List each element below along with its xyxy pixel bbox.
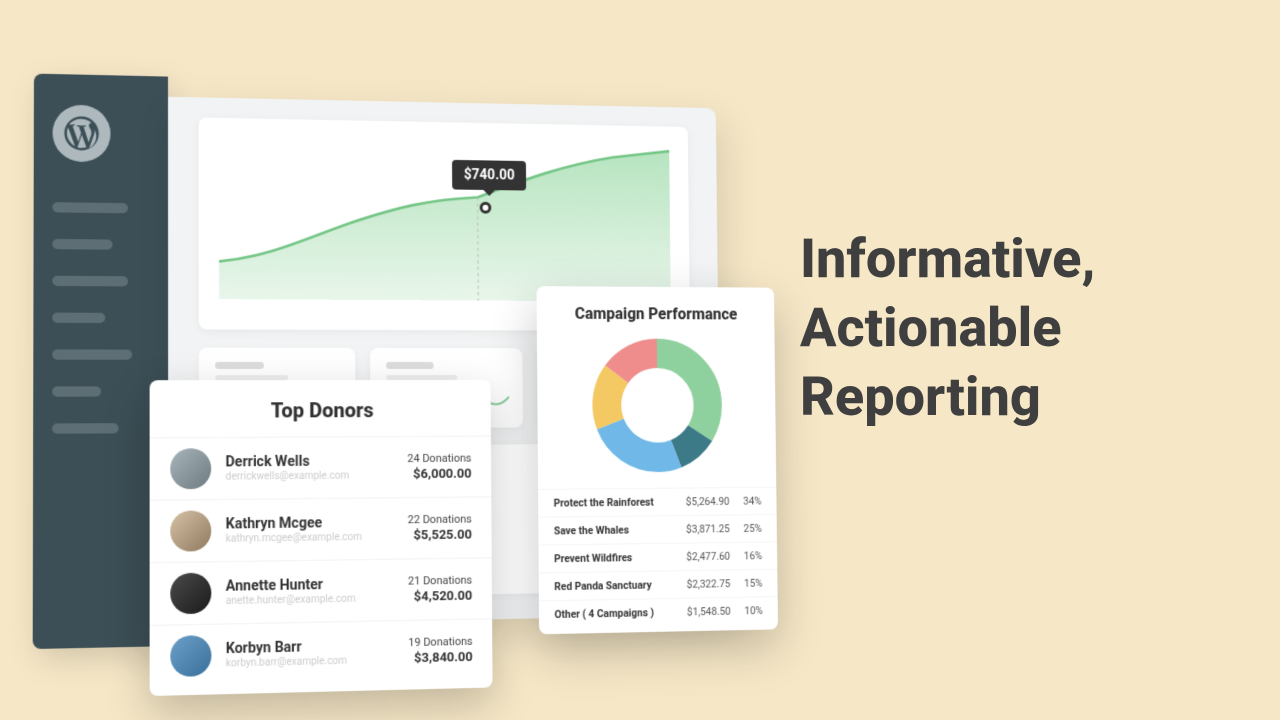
campaign-pct: 15% xyxy=(730,577,762,590)
campaign-name: Other ( 4 Campaigns ) xyxy=(554,606,675,621)
top-donors-title: Top Donors xyxy=(150,398,491,423)
sidebar-item[interactable] xyxy=(52,386,101,396)
sidebar-item[interactable] xyxy=(52,313,105,323)
avatar xyxy=(170,635,211,677)
top-donors-card: Top Donors Derrick Wells derrickwells@ex… xyxy=(150,380,493,696)
avatar xyxy=(170,573,211,615)
donor-row[interactable]: Derrick Wells derrickwells@example.com 2… xyxy=(150,436,492,500)
campaign-row[interactable]: Prevent Wildfires $2,477.60 16% xyxy=(538,541,777,572)
donor-email: kathryn.mcgee@example.com xyxy=(226,531,408,545)
campaign-name: Save the Whales xyxy=(554,523,675,537)
campaign-pct: 25% xyxy=(730,522,762,535)
donor-amount: $5,525.00 xyxy=(408,528,472,544)
dashboard-mock: $740.00 $740 48 Top Donors xyxy=(33,74,750,670)
sidebar-item[interactable] xyxy=(52,202,128,213)
campaign-amount: $2,477.60 xyxy=(675,550,730,564)
wordpress-logo-icon xyxy=(53,104,111,162)
sidebar-item[interactable] xyxy=(52,423,119,434)
area-chart: $740.00 xyxy=(219,138,671,302)
campaign-name: Protect the Rainforest xyxy=(554,495,675,509)
campaign-amount: $2,322.75 xyxy=(675,577,730,591)
donor-count: 21 Donations xyxy=(408,574,472,588)
campaign-row[interactable]: Red Panda Sanctuary $2,322.75 15% xyxy=(539,569,778,601)
campaign-name: Red Panda Sanctuary xyxy=(554,578,675,593)
donor-email: derrickwells@example.com xyxy=(225,470,407,483)
donor-row[interactable]: Annette Hunter anette.hunter@example.com… xyxy=(150,557,492,625)
campaign-performance-card: Campaign Performance Protect the Rainfor… xyxy=(537,286,779,634)
campaign-amount: $5,264.90 xyxy=(675,495,730,508)
donor-name: Annette Hunter xyxy=(226,576,408,595)
donor-name: Kathryn Mcgee xyxy=(226,514,408,532)
donor-count: 24 Donations xyxy=(407,452,471,465)
avatar xyxy=(170,448,211,489)
sidebar xyxy=(33,74,169,649)
marketing-headline: Informative, Actionable Reporting xyxy=(800,225,1200,432)
campaign-amount: $3,871.25 xyxy=(675,522,730,535)
donor-email: anette.hunter@example.com xyxy=(226,593,408,607)
avatar xyxy=(170,510,211,551)
campaign-amount: $1,548.50 xyxy=(676,605,731,619)
sidebar-item[interactable] xyxy=(52,349,132,359)
campaign-row[interactable]: Other ( 4 Campaigns ) $1,548.50 10% xyxy=(539,596,778,628)
campaign-pct: 10% xyxy=(731,604,763,617)
campaign-title: Campaign Performance xyxy=(537,304,775,324)
donor-count: 22 Donations xyxy=(408,513,472,527)
sidebar-item[interactable] xyxy=(52,239,112,250)
donor-amount: $3,840.00 xyxy=(408,650,472,667)
donor-amount: $4,520.00 xyxy=(408,589,472,605)
donor-amount: $6,000.00 xyxy=(407,467,471,483)
campaign-pct: 16% xyxy=(730,549,762,562)
campaign-row[interactable]: Save the Whales $3,871.25 25% xyxy=(538,514,777,545)
donut-chart xyxy=(590,337,725,475)
campaign-row[interactable]: Protect the Rainforest $5,264.90 34% xyxy=(538,487,777,517)
chart-tooltip: $740.00 xyxy=(452,160,526,191)
donor-name: Derrick Wells xyxy=(225,453,407,470)
donor-row[interactable]: Kathryn Mcgee kathryn.mcgee@example.com … xyxy=(150,496,492,562)
donor-count: 19 Donations xyxy=(408,635,472,649)
campaign-name: Prevent Wildfires xyxy=(554,551,675,566)
chart-data-point[interactable] xyxy=(480,202,492,214)
campaign-pct: 34% xyxy=(729,495,761,508)
donor-row[interactable]: Korbyn Barr korbyn.barr@example.com 19 D… xyxy=(150,618,493,688)
sidebar-item[interactable] xyxy=(52,276,128,287)
